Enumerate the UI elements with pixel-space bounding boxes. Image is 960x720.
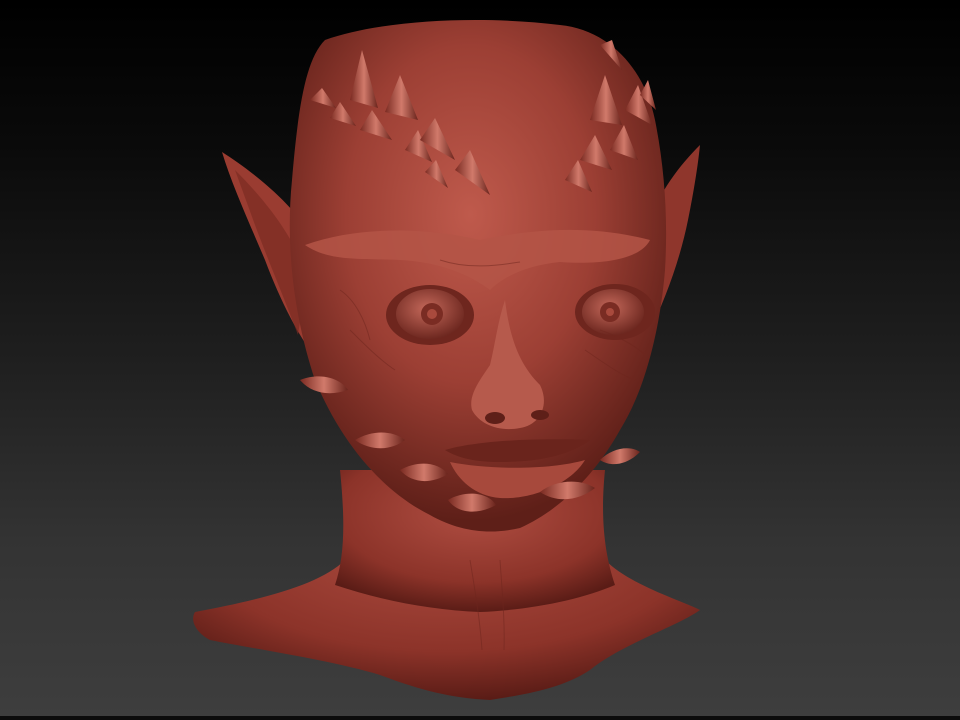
sculpt-model [193, 20, 700, 700]
sculpt-viewport[interactable] [0, 0, 960, 720]
viewport-bottom-edge [0, 716, 960, 720]
